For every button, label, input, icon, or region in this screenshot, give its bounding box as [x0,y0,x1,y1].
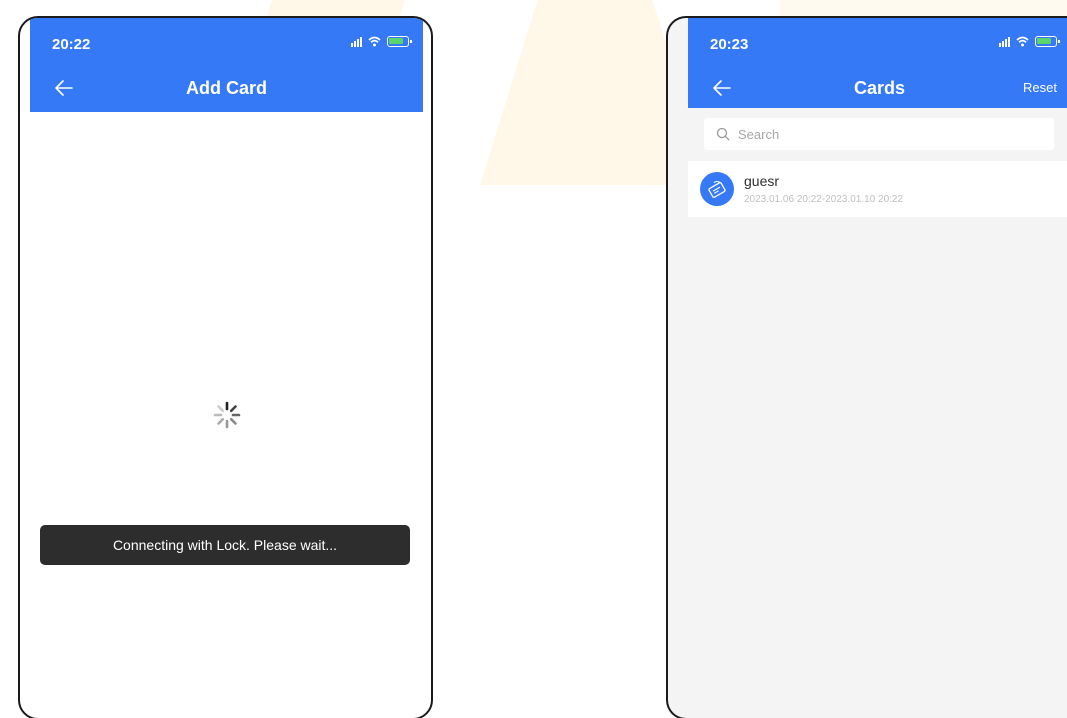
status-icons [999,36,1060,47]
connecting-toast: Connecting with Lock. Please wait... [40,525,410,565]
page-title: Add Card [186,78,267,98]
battery-icon [1035,36,1060,47]
signal-icon [999,36,1010,47]
search-placeholder: Search [738,126,780,142]
phone-add-card: 20:22 Add Card Connecting with Lock. Ple… [18,16,433,718]
add-card-screen: 20:22 Add Card Connecting with Lock. Ple… [30,18,423,718]
search-icon [716,127,730,141]
wifi-icon [1016,36,1029,47]
cards-screen: 20:23 Cards Reset Search guesr 2023.01.0… [688,18,1067,718]
status-time: 20:23 [710,36,749,53]
reset-button[interactable]: Reset [1023,80,1057,95]
phone-cards: 20:23 Cards Reset Search guesr 2023.01.0… [666,16,1067,718]
signal-icon [351,36,362,47]
card-validity: 2023.01.06 20:22-2023.01.10 20:22 [744,194,904,205]
page-title: Cards [853,78,906,98]
card-text: guesr 2023.01.06 20:22-2023.01.10 20:22 [744,173,903,205]
search-input[interactable]: Search [704,118,1054,150]
list-item[interactable]: guesr 2023.01.06 20:22-2023.01.10 20:22 [688,161,1067,217]
app-header: 20:23 Cards Reset [688,18,1067,108]
wifi-icon [368,36,381,47]
card-icon [700,172,734,206]
card-name: guesr [744,173,780,189]
status-time: 20:22 [52,36,91,53]
status-icons [351,36,412,47]
app-header: 20:22 Add Card [30,18,423,112]
loading-spinner-icon [213,401,240,429]
battery-icon [387,36,412,47]
